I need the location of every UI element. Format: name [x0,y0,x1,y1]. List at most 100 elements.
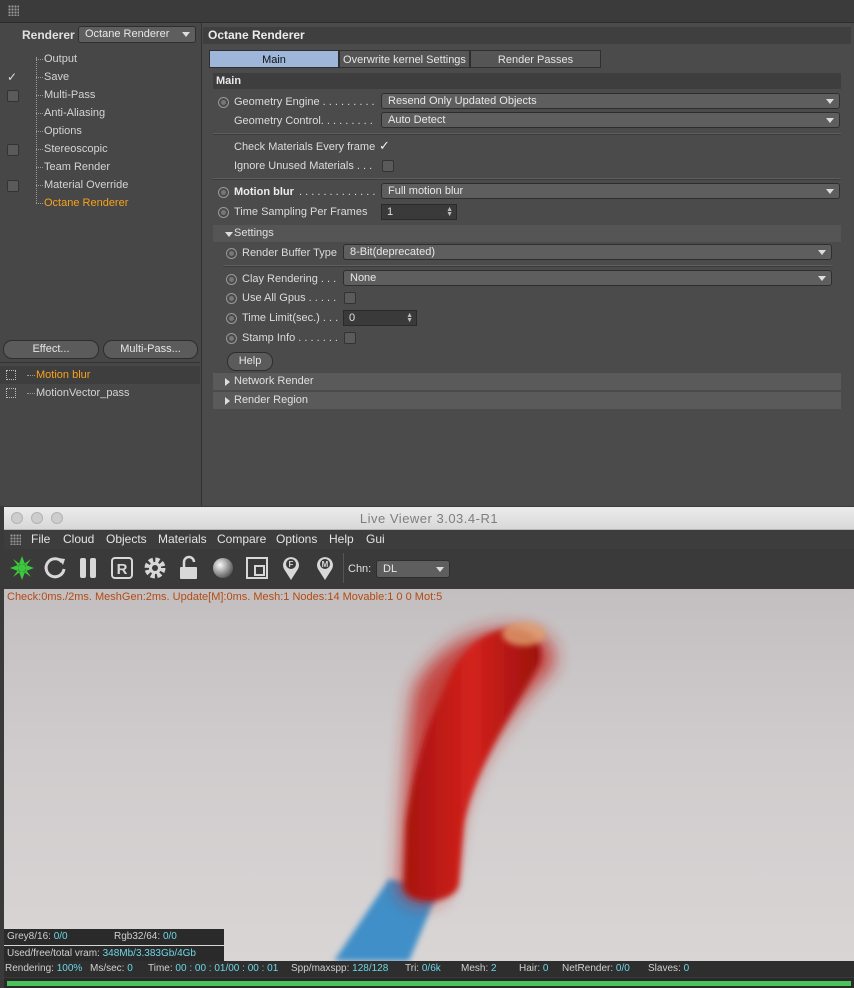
check-materials-checkbox[interactable]: ✓ [379,138,390,154]
tree-item-label: Material Override [44,179,129,191]
tree-item-multi-pass[interactable]: Multi-Pass [0,86,200,104]
motion-blur-select[interactable]: Full motion blur [381,183,840,199]
tree-item-label: Multi-Pass [44,89,96,101]
status-value: 128/128 [352,963,389,974]
grip-icon[interactable] [10,534,21,545]
clay-rendering-radio[interactable] [226,274,237,285]
chevron-down-icon [818,250,826,255]
tab-overwrite-kernel[interactable]: Overwrite kernel Settings [339,50,470,68]
channel-select[interactable]: DL [376,560,450,578]
render-settings-window: Renderer Octane Renderer Output ✓ Save Mult… [0,0,854,506]
network-render-section[interactable]: Network Render [213,373,841,390]
tree-item-checkbox[interactable] [7,180,19,192]
tree-item-label: Anti-Aliasing [44,107,106,119]
help-button[interactable]: Help [227,352,273,371]
vram-stats: Used/free/total vram: 348Mb/3.383Gb/4Gb [4,946,224,961]
status-label: Time: [148,963,173,974]
refresh-icon[interactable] [41,554,69,582]
chevron-down-icon [818,276,826,281]
menu-compare[interactable]: Compare [217,532,266,546]
tree-item-save[interactable]: ✓ Save [0,68,200,86]
octane-logo-icon[interactable] [8,554,36,582]
buffer-stats: Grey8/16: 0/0 Rgb32/64: 0/0 [4,929,224,945]
time-limit-input[interactable]: 0 ▲ ▼ [343,310,417,326]
render-buffer-select[interactable]: 8-Bit(deprecated) [343,244,832,260]
spinner-icon[interactable]: ▲ ▼ [406,312,413,324]
pass-item-motion-blur[interactable]: Motion blur [0,366,200,384]
use-all-gpus-checkbox[interactable] [344,292,356,304]
separator [213,178,841,180]
render-buffer-radio[interactable] [226,248,237,259]
tree-item-octane-renderer[interactable]: Octane Renderer [0,194,200,212]
pass-dotted-icon [6,388,16,398]
pass-label: MotionVector_pass [36,387,130,399]
geometry-engine-radio[interactable] [218,97,229,108]
vram-value: 348Mb/3.383Gb/4Gb [102,948,196,959]
sphere-icon[interactable] [209,554,237,582]
effect-button[interactable]: Effect... [3,340,99,359]
region-icon[interactable] [243,554,271,582]
clay-rendering-label: Clay Rendering . . . [242,273,337,285]
motion-blur-radio[interactable] [218,187,229,198]
menu-file[interactable]: File [31,532,50,546]
menu-objects[interactable]: Objects [106,532,147,546]
settings-section-header[interactable]: Settings [213,225,841,242]
multi-pass-button[interactable]: Multi-Pass... [103,340,198,359]
clay-rendering-select[interactable]: None [343,270,832,286]
grip-icon[interactable] [8,5,19,16]
renderer-select[interactable]: Octane Renderer [78,26,196,43]
status-spp: Spp/maxspp: 128/128 [291,962,388,976]
gear-icon[interactable] [141,554,169,582]
render-viewport[interactable]: Check:0ms./2ms. MeshGen:2ms. Update[M]:0… [4,589,854,961]
use-all-gpus-radio[interactable] [226,293,237,304]
pass-label: Motion blur [36,369,91,381]
live-viewer-titlebar[interactable]: Live Viewer 3.03.4-R1 [4,507,854,530]
time-limit-value: 0 [349,312,356,324]
time-sampling-label: Time Sampling Per Frames [234,206,368,218]
tree-item-anti-aliasing[interactable]: Anti-Aliasing [0,104,200,122]
menu-cloud[interactable]: Cloud [63,532,94,546]
render-info-line: Check:0ms./2ms. MeshGen:2ms. Update[M]:0… [7,591,443,603]
time-sampling-radio[interactable] [218,207,229,218]
time-sampling-input[interactable]: 1 ▲ ▼ [381,204,457,220]
spinner-icon[interactable]: ▲ ▼ [446,206,453,218]
tree-item-checkbox[interactable] [7,144,19,156]
chevron-down-icon [826,99,834,104]
tree-item-options[interactable]: Options [0,122,200,140]
menu-gui[interactable]: Gui [366,532,385,546]
stamp-info-radio[interactable] [226,333,237,344]
menu-materials[interactable]: Materials [158,532,207,546]
tab-main[interactable]: Main [209,50,339,68]
status-netrender: NetRender: 0/0 [562,962,630,976]
tree-item-checkbox[interactable]: ✓ [7,71,17,83]
tree-item-output[interactable]: Output [0,50,200,68]
unlock-icon[interactable] [175,554,203,582]
material-pin-icon[interactable]: M [311,554,339,582]
render-r-icon[interactable]: R [108,554,136,582]
tree-item-checkbox[interactable] [7,90,19,102]
tree-line [36,167,43,168]
menu-help[interactable]: Help [329,532,354,546]
tab-render-passes[interactable]: Render Passes [470,50,601,68]
geometry-engine-select[interactable]: Resend Only Updated Objects [381,93,840,109]
svg-text:F: F [289,560,294,569]
rendered-scene [334,622,555,961]
window-grip-bar[interactable] [0,0,854,23]
time-limit-radio[interactable] [226,313,237,324]
use-all-gpus-label: Use All Gpus . . . . . [242,292,337,304]
status-time: Time: 00 : 00 : 01/00 : 00 : 01 [148,962,278,976]
tree-item-stereoscopic[interactable]: Stereoscopic [0,140,200,158]
tree-line [27,375,35,376]
status-rendering: Rendering: 100% [5,962,82,976]
stamp-info-label: Stamp Info . . . . . . . [242,332,338,344]
tree-item-material-override[interactable]: Material Override [0,176,200,194]
ignore-unused-checkbox[interactable] [382,160,394,172]
stamp-info-checkbox[interactable] [344,332,356,344]
tree-item-team-render[interactable]: Team Render [0,158,200,176]
pause-icon[interactable] [74,554,102,582]
render-region-section[interactable]: Render Region [213,392,841,409]
menu-options[interactable]: Options [276,532,317,546]
focus-pin-icon[interactable]: F [277,554,305,582]
pass-item-motionvector[interactable]: MotionVector_pass [0,384,200,402]
geometry-control-select[interactable]: Auto Detect [381,112,840,128]
